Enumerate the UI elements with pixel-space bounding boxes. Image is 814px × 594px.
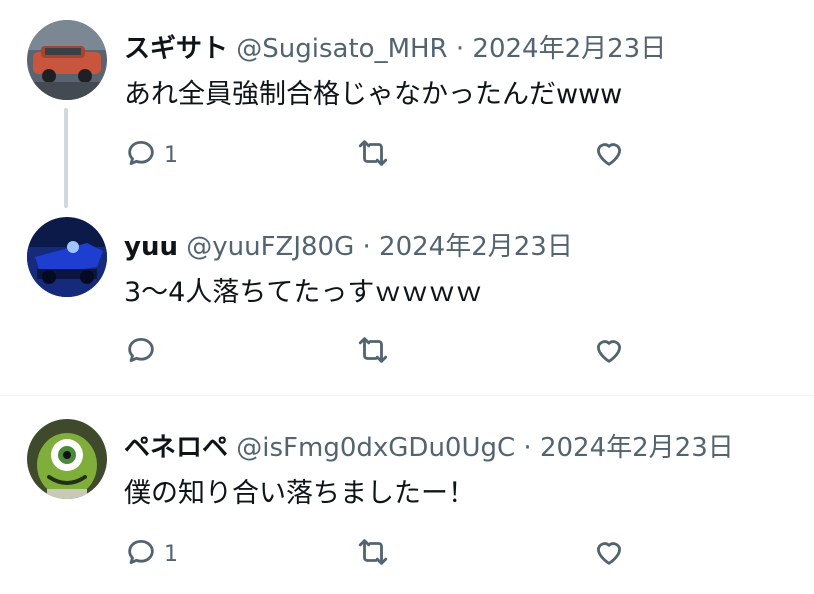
thread-line — [64, 108, 68, 208]
reply-icon — [124, 535, 158, 573]
reply-button[interactable]: 1 — [124, 136, 178, 174]
separator-dot: · — [523, 433, 532, 463]
reply-button[interactable] — [124, 333, 164, 371]
like-icon — [592, 136, 626, 174]
display-name[interactable]: スギサト — [124, 34, 228, 64]
tweet-header: ペネロペ @isFmg0dxGDu0UgC · 2024年2月23日 — [124, 427, 734, 464]
separator-dot: · — [455, 34, 465, 64]
avatar[interactable] — [27, 20, 107, 100]
tweet-date[interactable]: 2024年2月23日 — [379, 232, 573, 262]
retweet-button[interactable] — [356, 535, 390, 573]
user-handle[interactable]: @Sugisato_MHR — [236, 34, 447, 64]
like-icon — [592, 333, 626, 371]
like-button[interactable] — [592, 136, 626, 174]
tweet-text: あれ全員強制合格じゃなかったんだwww — [124, 79, 623, 110]
reply-count: 1 — [164, 142, 178, 168]
like-button[interactable] — [592, 535, 626, 573]
tweet-divider — [0, 395, 814, 396]
avatar[interactable] — [27, 217, 107, 297]
avatar[interactable] — [27, 419, 107, 499]
retweet-icon — [356, 333, 390, 371]
display-name[interactable]: ペネロペ — [124, 433, 228, 463]
tweet-header: yuu @yuuFZJ80G · 2024年2月23日 — [124, 226, 573, 263]
like-icon — [592, 535, 626, 573]
user-handle[interactable]: @yuuFZJ80G — [186, 232, 354, 262]
user-handle[interactable]: @isFmg0dxGDu0UgC — [236, 433, 515, 463]
tweet-actions: 1 — [124, 535, 684, 575]
tweet-text: 3〜4人落ちてたっすｗｗｗｗ — [124, 277, 483, 308]
retweet-button[interactable] — [356, 136, 390, 174]
reply-icon — [124, 136, 158, 174]
tweet-text: 僕の知り合い落ちましたー！ — [124, 478, 475, 509]
retweet-icon — [356, 136, 390, 174]
tweet-actions — [124, 333, 684, 373]
display-name[interactable]: yuu — [124, 232, 178, 262]
reply-icon — [124, 333, 158, 371]
separator-dot: · — [362, 232, 371, 262]
tweet-actions: 1 — [124, 136, 684, 176]
tweet-date[interactable]: 2024年2月23日 — [540, 433, 734, 463]
reply-button[interactable]: 1 — [124, 535, 178, 573]
retweet-icon — [356, 535, 390, 573]
like-button[interactable] — [592, 333, 626, 371]
tweet-date[interactable]: 2024年2月23日 — [472, 34, 666, 64]
retweet-button[interactable] — [356, 333, 390, 371]
reply-count: 1 — [164, 541, 178, 567]
tweet-header: スギサト @Sugisato_MHR · 2024年2月23日 — [124, 28, 666, 65]
